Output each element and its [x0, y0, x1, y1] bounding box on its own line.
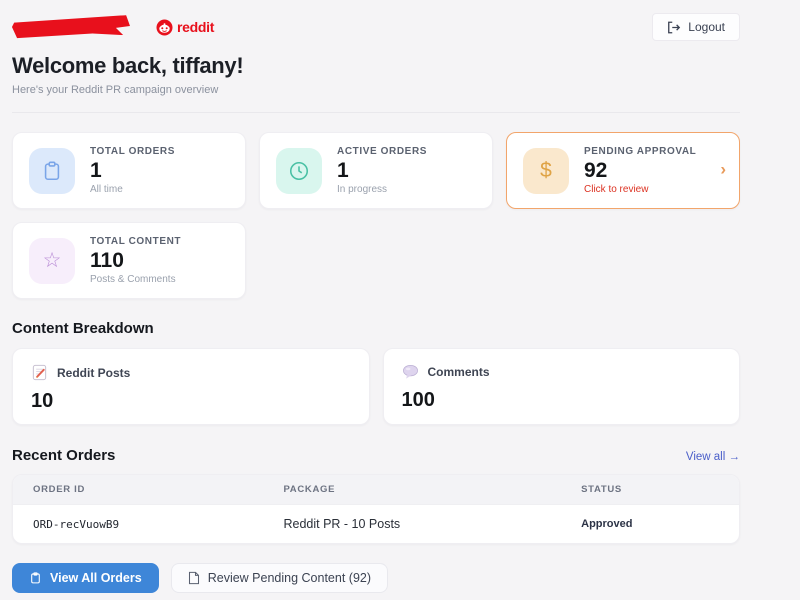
stat-value: 92	[584, 159, 696, 183]
logout-label: Logout	[688, 20, 725, 34]
page-title: Welcome back, tiffany!	[12, 53, 740, 79]
stat-text: TOTAL CONTENT 110 Posts & Comments	[90, 236, 181, 285]
review-pending-content-label: Review Pending Content (92)	[208, 571, 371, 585]
stat-label: PENDING APPROVAL	[584, 146, 696, 157]
content-breakdown-heading: Content Breakdown	[12, 320, 740, 337]
stat-value: 1	[90, 159, 175, 183]
brand-group: reddit	[12, 17, 214, 37]
breakdown-value: 100	[402, 389, 722, 412]
stat-card-total-content: ☆ TOTAL CONTENT 110 Posts & Comments	[12, 222, 246, 299]
bottom-actions: View All Orders Review Pending Content (…	[12, 563, 740, 593]
stats-grid: TOTAL ORDERS 1 All time ACTIVE ORDERS 1 …	[12, 132, 740, 299]
recent-orders-header: Recent Orders View all →	[12, 447, 740, 464]
dollar-icon: $	[523, 148, 569, 194]
dashboard-page: reddit Logout Welcome back, tiffany! Her…	[12, 0, 740, 593]
stat-label: ACTIVE ORDERS	[337, 146, 427, 157]
view-all-orders-button[interactable]: View All Orders	[12, 563, 159, 593]
view-all-link[interactable]: View all →	[686, 451, 740, 463]
memo-icon	[31, 364, 48, 381]
stat-sub-click-to-review: Click to review	[584, 184, 696, 195]
logout-button[interactable]: Logout	[652, 13, 740, 41]
stat-value: 1	[337, 159, 427, 183]
speech-balloon-icon	[402, 364, 419, 380]
recent-orders-heading: Recent Orders	[12, 447, 115, 464]
breakdown-value: 10	[31, 390, 351, 413]
review-pending-content-button[interactable]: Review Pending Content (92)	[171, 563, 388, 593]
stat-label: TOTAL ORDERS	[90, 146, 175, 157]
top-bar: reddit Logout	[12, 10, 740, 44]
view-all-orders-label: View All Orders	[50, 571, 142, 585]
stat-sub: Posts & Comments	[90, 274, 181, 285]
reddit-snoo-icon	[156, 19, 173, 36]
column-header-order-id: ORDER ID	[13, 475, 263, 505]
table-header-row: ORDER ID PACKAGE STATUS	[13, 475, 739, 505]
stat-card-pending-approval[interactable]: $ PENDING APPROVAL 92 Click to review ›	[506, 132, 740, 209]
package-cell: Reddit PR - 10 Posts	[263, 505, 561, 544]
breakdown-card-comments: Comments 100	[383, 348, 741, 425]
page-subtitle: Here's your Reddit PR campaign overview	[12, 84, 740, 96]
reddit-logo: reddit	[156, 19, 214, 36]
chevron-right-icon: ›	[720, 159, 726, 179]
header-divider	[12, 112, 740, 113]
stat-card-total-orders: TOTAL ORDERS 1 All time	[12, 132, 246, 209]
breakdown-card-reddit-posts: Reddit Posts 10	[12, 348, 370, 425]
reddit-wordmark: reddit	[177, 19, 214, 35]
stat-value: 110	[90, 249, 181, 273]
column-header-package: PACKAGE	[263, 475, 561, 505]
status-badge: Approved	[561, 505, 739, 544]
stat-card-active-orders: ACTIVE ORDERS 1 In progress	[259, 132, 493, 209]
clock-icon	[276, 148, 322, 194]
breakdown-label: Reddit Posts	[57, 366, 130, 380]
document-icon	[188, 571, 200, 585]
stat-sub: In progress	[337, 184, 427, 195]
star-icon: ☆	[29, 238, 75, 284]
logout-icon	[667, 21, 681, 34]
clipboard-icon	[29, 148, 75, 194]
breakdown-label: Comments	[428, 365, 490, 379]
stat-text: PENDING APPROVAL 92 Click to review	[584, 146, 696, 195]
column-header-status: STATUS	[561, 475, 739, 505]
table-row[interactable]: ORD-recVuowB9 Reddit PR - 10 Posts Appro…	[13, 505, 739, 544]
redacted-brand-logo	[12, 15, 131, 39]
order-id-cell: ORD-recVuowB9	[13, 505, 263, 544]
stat-text: ACTIVE ORDERS 1 In progress	[337, 146, 427, 195]
stat-label: TOTAL CONTENT	[90, 236, 181, 247]
stat-sub: All time	[90, 184, 175, 195]
stat-text: TOTAL ORDERS 1 All time	[90, 146, 175, 195]
content-breakdown-grid: Reddit Posts 10 Comments 100	[12, 348, 740, 425]
recent-orders-table: ORDER ID PACKAGE STATUS ORD-recVuowB9 Re…	[12, 474, 740, 544]
clipboard-icon	[29, 571, 42, 585]
